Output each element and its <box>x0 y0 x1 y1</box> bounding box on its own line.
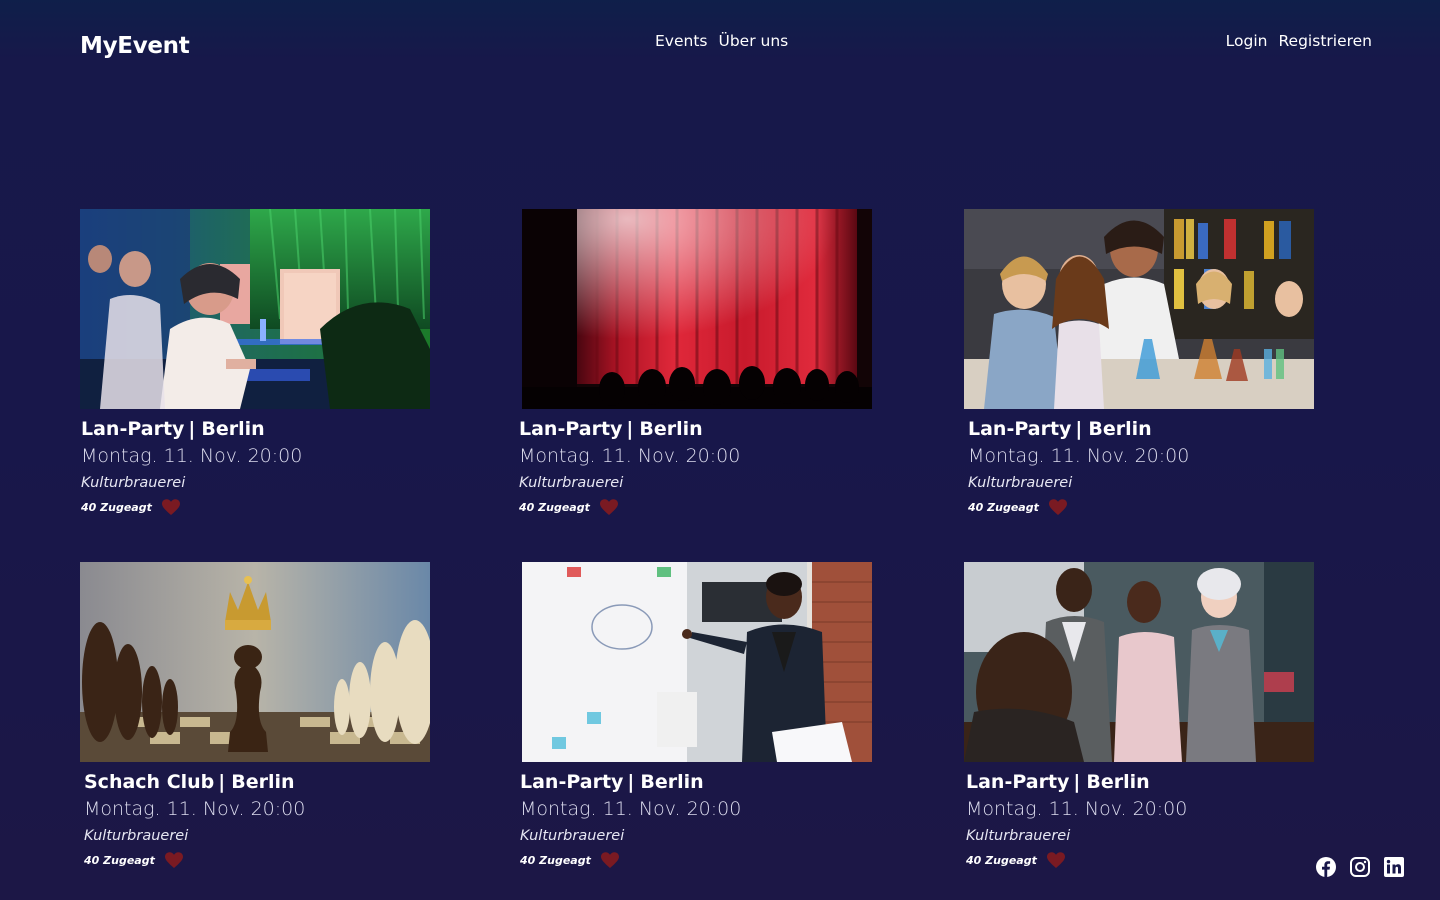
facebook-icon[interactable] <box>1316 857 1336 877</box>
event-image-chess[interactable] <box>80 562 430 762</box>
event-venue: Kulturbrauerei <box>968 475 1073 491</box>
event-venue: Kulturbrauerei <box>520 828 625 844</box>
attendee-count: 40 Zugeagt <box>520 854 591 867</box>
main-nav: Events Über uns <box>655 32 788 50</box>
event-title: Lan-Party | Berlin <box>520 771 704 793</box>
heart-icon[interactable] <box>599 499 618 516</box>
nav-link-events[interactable]: Events <box>655 32 707 50</box>
event-title: Lan-Party | Berlin <box>81 418 265 440</box>
nav-link-about[interactable]: Über uns <box>718 32 788 50</box>
attendee-count: 40 Zugeagt <box>966 854 1037 867</box>
event-date: Montag. 11. Nov. 20:00 <box>966 798 1188 820</box>
event-venue: Kulturbrauerei <box>84 828 189 844</box>
event-venue: Kulturbrauerei <box>519 475 624 491</box>
instagram-icon[interactable] <box>1350 857 1370 877</box>
event-card[interactable]: Lan-Party | Berlin Montag. 11. Nov. 20:00 … <box>964 562 1324 869</box>
event-image-presentation[interactable] <box>522 562 872 762</box>
login-link[interactable]: Login <box>1226 32 1268 50</box>
event-date: Montag. 11. Nov. 20:00 <box>519 445 741 467</box>
heart-icon[interactable] <box>1046 852 1065 869</box>
event-card[interactable]: Lan-Party | Berlin Montag. 11. Nov. 20:00 … <box>964 209 1324 516</box>
event-date: Montag. 11. Nov. 20:00 <box>968 445 1190 467</box>
event-image-meeting[interactable] <box>964 562 1314 762</box>
attendee-count: 40 Zugeagt <box>81 501 152 514</box>
event-card[interactable]: Lan-Party | Berlin Montag. 11. Nov. 20:00 … <box>80 209 440 516</box>
register-link[interactable]: Registrieren <box>1278 32 1372 50</box>
attendee-count: 40 Zugeagt <box>84 854 155 867</box>
event-card[interactable]: Lan-Party | Berlin Montag. 11. Nov. 20:00 … <box>519 209 882 516</box>
attendee-count: 40 Zugeagt <box>968 501 1039 514</box>
event-venue: Kulturbrauerei <box>966 828 1071 844</box>
heart-icon[interactable] <box>161 499 180 516</box>
social-links <box>1316 857 1404 877</box>
event-title: Lan-Party | Berlin <box>966 771 1150 793</box>
event-card[interactable]: Lan-Party | Berlin Montag. 11. Nov. 20:00 … <box>520 562 882 869</box>
linkedin-icon[interactable] <box>1384 857 1404 877</box>
event-card[interactable]: Schach Club | Berlin Montag. 11. Nov. 20:0… <box>80 562 440 869</box>
auth-links: Login Registrieren <box>1226 32 1372 50</box>
event-title: Schach Club | Berlin <box>84 771 295 793</box>
site-logo[interactable]: MyEvent <box>80 33 190 59</box>
event-title: Lan-Party | Berlin <box>519 418 703 440</box>
heart-icon[interactable] <box>1048 499 1067 516</box>
event-image-lan-party[interactable] <box>80 209 430 409</box>
event-date: Montag. 11. Nov. 20:00 <box>520 798 742 820</box>
event-image-theater[interactable] <box>522 209 872 409</box>
heart-icon[interactable] <box>164 852 183 869</box>
heart-icon[interactable] <box>600 852 619 869</box>
event-date: Montag. 11. Nov. 20:00 <box>84 798 306 820</box>
event-image-science[interactable] <box>964 209 1314 409</box>
event-title: Lan-Party | Berlin <box>968 418 1152 440</box>
attendee-count: 40 Zugeagt <box>519 501 590 514</box>
event-venue: Kulturbrauerei <box>81 475 186 491</box>
event-date: Montag. 11. Nov. 20:00 <box>81 445 303 467</box>
